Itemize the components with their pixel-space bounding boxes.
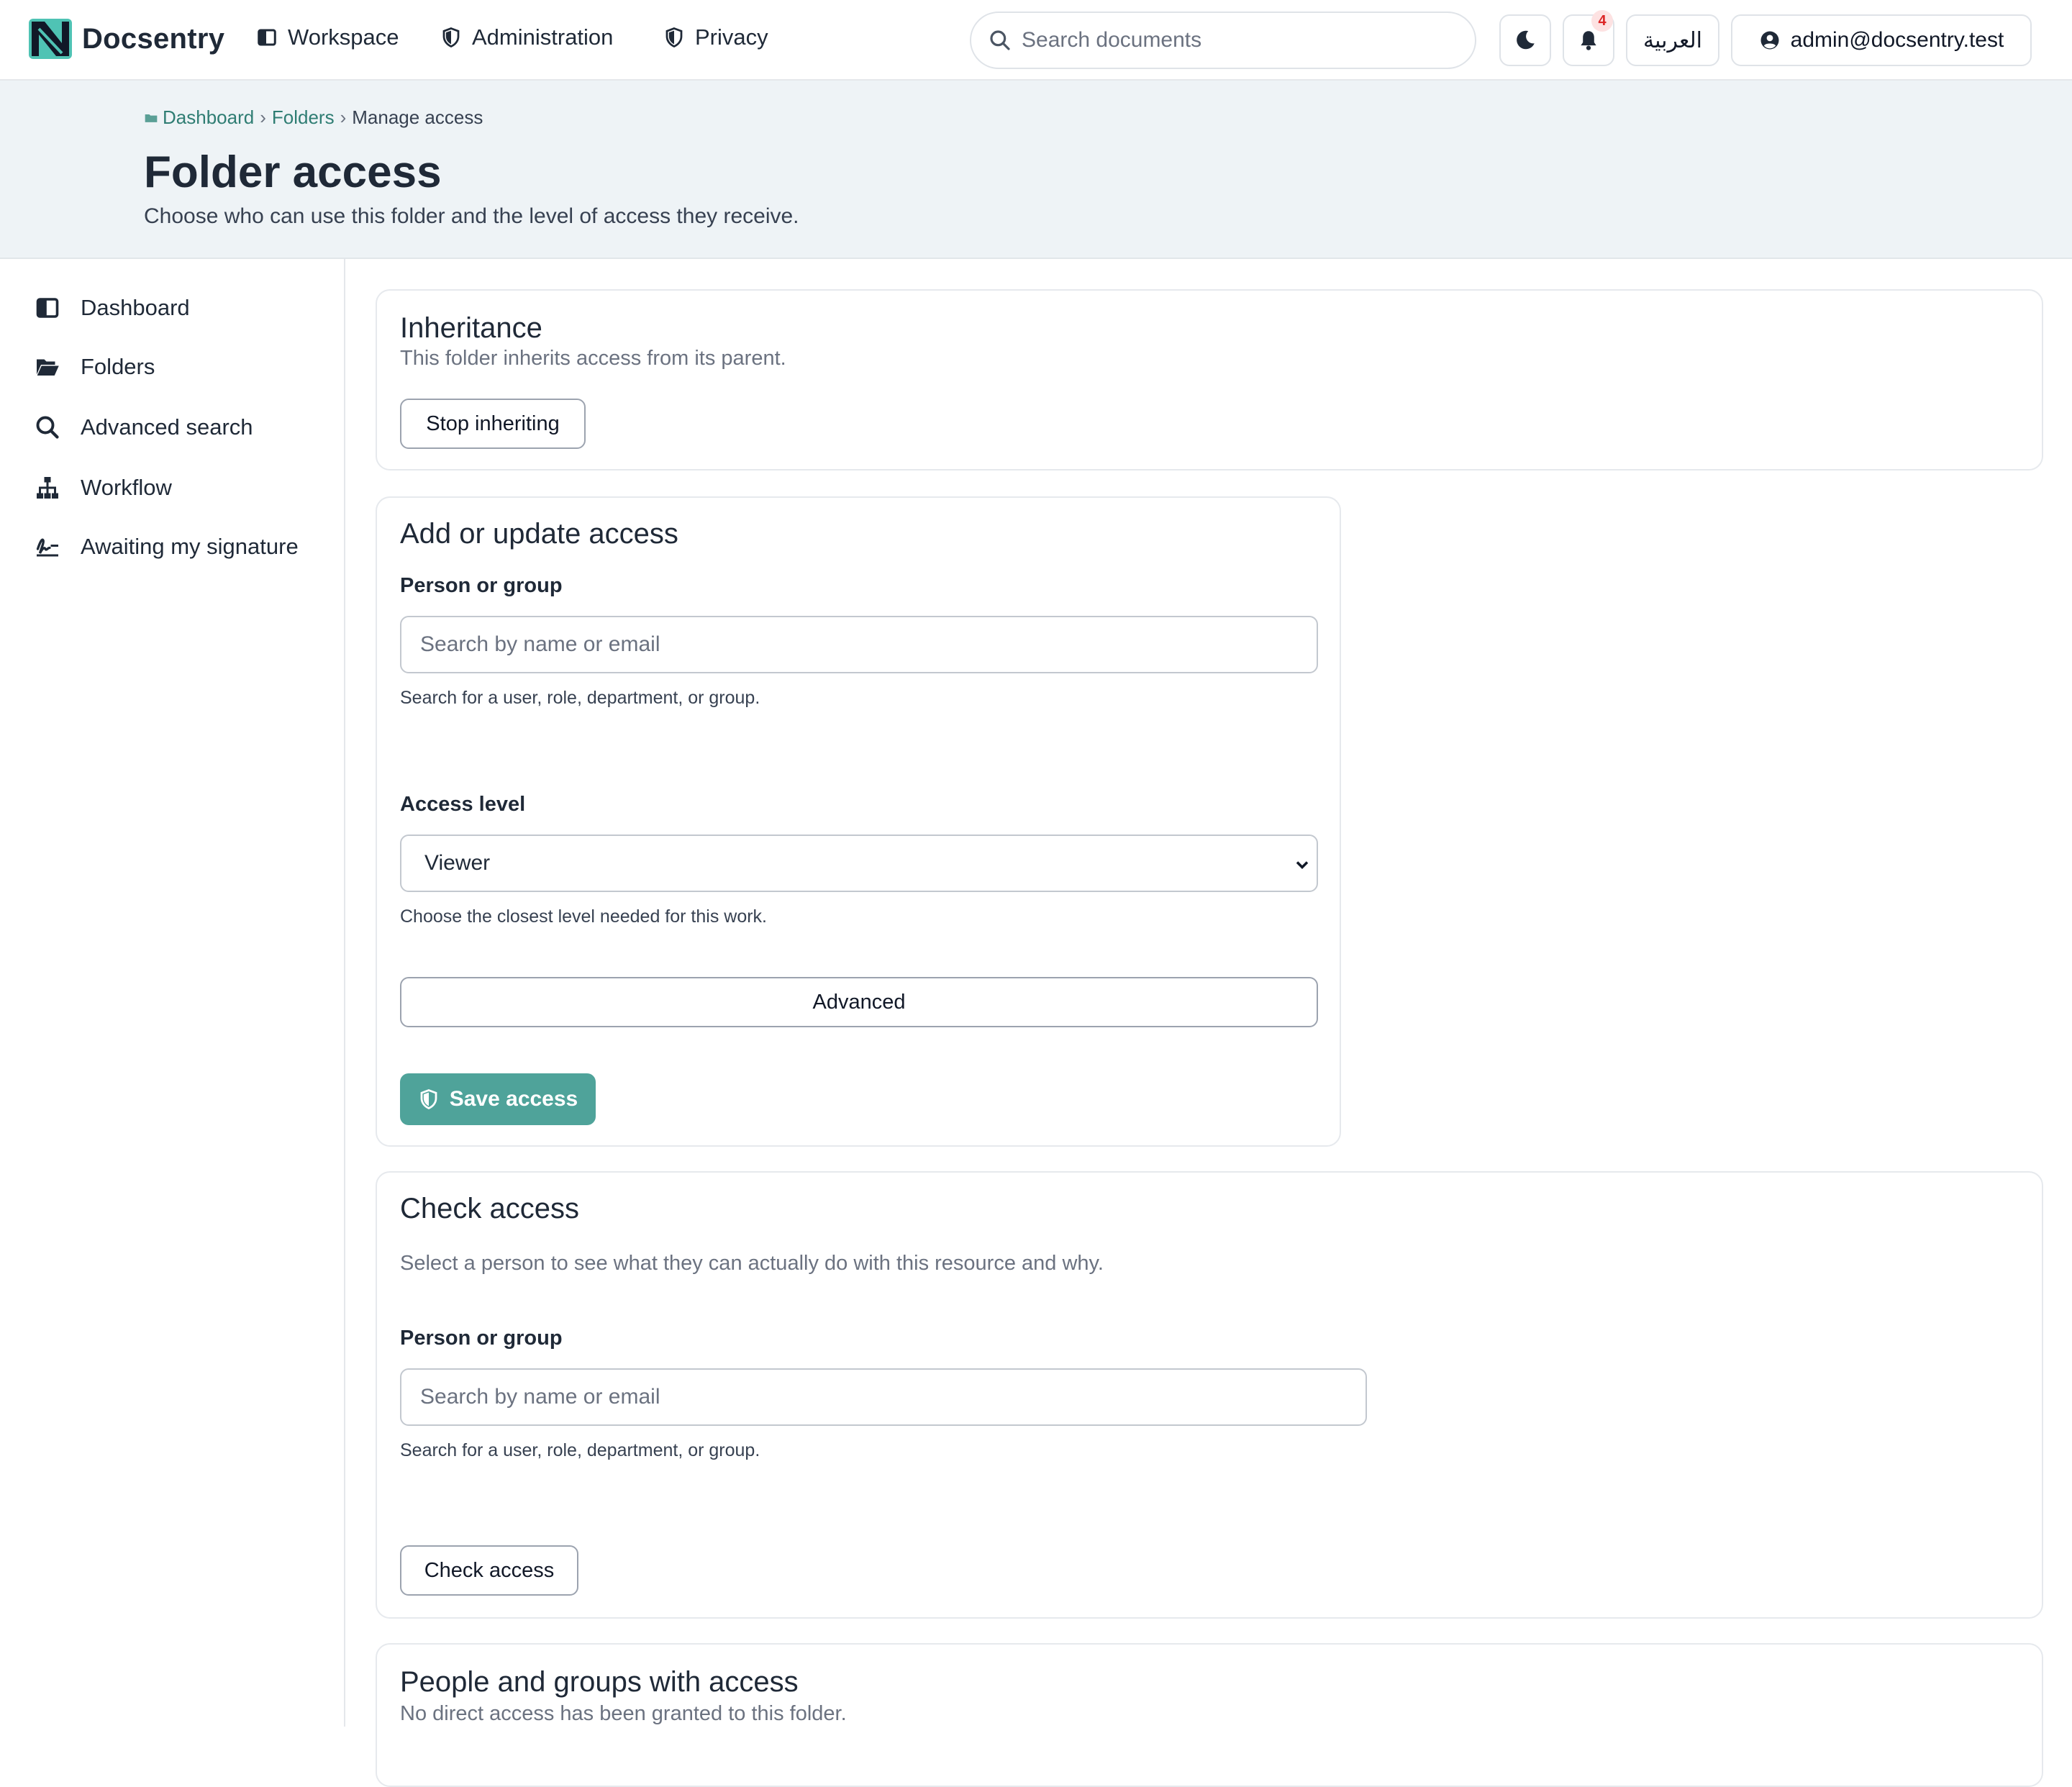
inheritance-title: Inheritance <box>400 312 542 344</box>
inheritance-description: This folder inherits access from its par… <box>400 347 786 370</box>
inheritance-card: Inheritance This folder inherits access … <box>376 289 2043 470</box>
brand[interactable]: Docsentry <box>27 17 224 60</box>
people-with-access-card: People and groups with access No direct … <box>376 1643 2043 1787</box>
folder-icon <box>145 114 158 122</box>
page-subtitle: Choose who can use this folder and the l… <box>144 204 799 228</box>
sidebar-item-label: Advanced search <box>81 414 253 440</box>
access-level-help: Choose the closest level needed for this… <box>400 906 767 927</box>
notification-count-badge: 4 <box>1591 10 1613 32</box>
breadcrumb-dashboard[interactable]: Dashboard <box>163 106 254 129</box>
chevron-down-icon <box>1296 861 1309 869</box>
save-access-button[interactable]: Save access <box>400 1073 596 1125</box>
global-search[interactable] <box>970 12 1476 69</box>
check-person-search-input[interactable] <box>400 1368 1367 1426</box>
user-email: admin@docsentry.test <box>1790 28 2004 52</box>
check-access-description: Select a person to see what they can act… <box>400 1252 1104 1275</box>
nav-privacy-label: Privacy <box>695 24 768 50</box>
breadcrumb-current: Manage access <box>352 106 483 128</box>
notifications-button[interactable]: 4 <box>1563 10 1614 66</box>
sidebar: Dashboard Folders Advanced search Workfl… <box>0 259 345 1727</box>
search-icon <box>990 30 1010 50</box>
bell-icon <box>1581 31 1596 50</box>
breadcrumb: Dashboard › Folders › Manage access <box>144 106 483 129</box>
page-header: Dashboard › Folders › Manage access Fold… <box>0 81 2072 259</box>
sidebar-item-label: Awaiting my signature <box>81 534 299 559</box>
shield-icon <box>665 27 683 48</box>
language-label: العربية <box>1643 28 1702 53</box>
page-title: Folder access <box>144 147 442 197</box>
global-search-input[interactable] <box>1022 28 1453 53</box>
breadcrumb-separator: › <box>340 106 347 128</box>
check-access-card: Check access Select a person to see what… <box>376 1171 2043 1619</box>
person-search-input[interactable] <box>400 616 1318 673</box>
access-level-value: Viewer <box>424 851 491 875</box>
advanced-button[interactable]: Advanced <box>400 977 1318 1027</box>
save-access-label: Save access <box>449 1087 578 1111</box>
add-access-card: Add or update access Person or group Sea… <box>376 496 1341 1147</box>
sidebar-item-label: Dashboard <box>81 295 190 320</box>
person-or-group-label: Person or group <box>400 574 563 597</box>
check-person-search-help: Search for a user, role, department, or … <box>400 1440 760 1460</box>
sidebar-item-advanced-search[interactable]: Advanced search <box>35 414 253 440</box>
columns-icon <box>258 29 276 46</box>
person-or-group-label: Person or group <box>400 1327 563 1350</box>
breadcrumb-folders[interactable]: Folders <box>272 106 335 129</box>
search-icon <box>36 416 59 439</box>
add-access-title: Add or update access <box>400 518 678 550</box>
access-level-label: Access level <box>400 793 526 816</box>
stop-inheriting-button[interactable]: Stop inheriting <box>400 399 586 449</box>
nav-workspace-label: Workspace <box>288 24 399 50</box>
nav-privacy[interactable]: Privacy <box>663 24 768 50</box>
theme-toggle-button[interactable] <box>1499 14 1551 66</box>
brand-name: Docsentry <box>82 22 225 55</box>
shield-icon <box>420 1089 437 1110</box>
signature-icon <box>36 538 58 557</box>
top-navbar: Docsentry Workspace Administration Priva… <box>0 0 2072 81</box>
check-access-button[interactable]: Check access <box>400 1545 578 1596</box>
moon-icon <box>1517 30 1535 50</box>
folder-open-icon <box>37 359 59 376</box>
user-menu-button[interactable]: admin@docsentry.test <box>1731 14 2032 66</box>
nav-workspace[interactable]: Workspace <box>256 24 399 50</box>
language-switch-button[interactable]: العربية <box>1626 14 1719 66</box>
breadcrumb-separator: › <box>260 106 266 128</box>
people-description: No direct access has been granted to thi… <box>400 1702 847 1725</box>
sidebar-item-label: Folders <box>81 354 155 379</box>
sidebar-item-workflow[interactable]: Workflow <box>35 475 172 501</box>
people-title: People and groups with access <box>400 1666 799 1698</box>
sidebar-item-label: Workflow <box>81 475 172 500</box>
person-search-help: Search for a user, role, department, or … <box>400 688 760 708</box>
sitemap-icon <box>37 477 58 499</box>
check-access-title: Check access <box>400 1193 579 1224</box>
docsentry-logo <box>29 19 72 59</box>
sidebar-item-dashboard[interactable]: Dashboard <box>35 295 190 321</box>
sidebar-item-awaiting-signature[interactable]: Awaiting my signature <box>35 534 299 560</box>
nav-administration-label: Administration <box>472 24 614 50</box>
sidebar-item-folders[interactable]: Folders <box>35 354 155 380</box>
shield-icon <box>442 27 460 48</box>
nav-administration[interactable]: Administration <box>440 24 613 50</box>
columns-icon <box>36 298 59 318</box>
user-circle-icon <box>1760 31 1779 50</box>
access-level-select[interactable]: Viewer <box>400 835 1318 892</box>
